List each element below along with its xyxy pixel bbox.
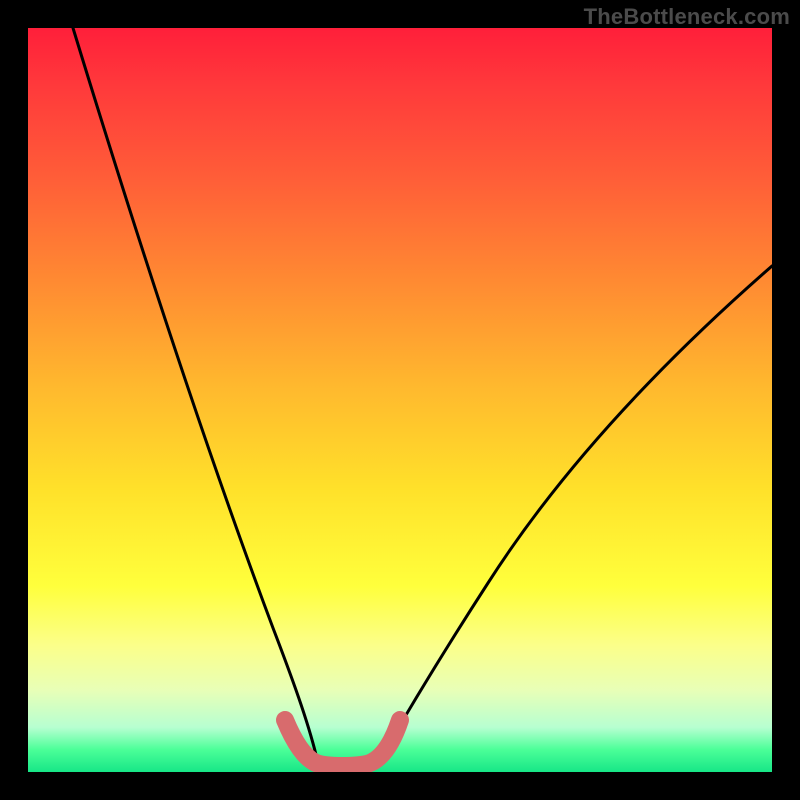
curve-overlay: [28, 28, 772, 772]
bottom-highlight: [285, 720, 400, 766]
plot-area: [28, 28, 772, 772]
left-curve: [73, 28, 318, 763]
chart-frame: TheBottleneck.com: [0, 0, 800, 800]
right-curve: [378, 266, 772, 763]
watermark-text: TheBottleneck.com: [584, 4, 790, 30]
